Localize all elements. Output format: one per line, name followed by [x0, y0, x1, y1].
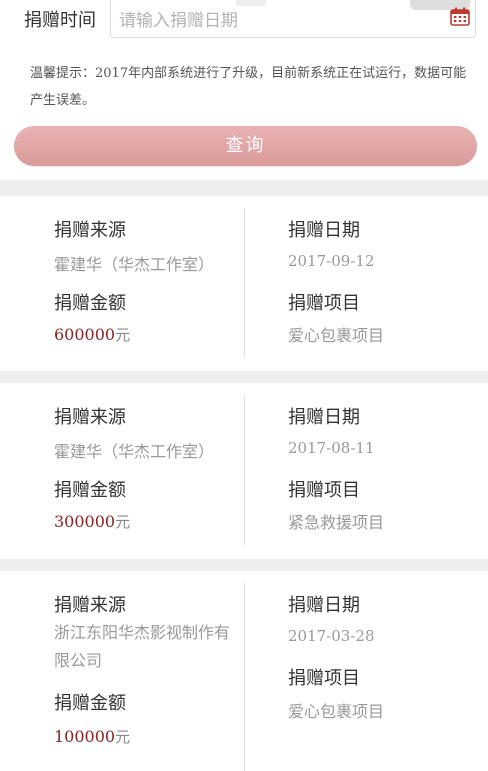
- project-label: 捐赠项目: [288, 293, 360, 314]
- date-value: 2017-03-28: [288, 627, 375, 645]
- donation-record-card: 捐赠来源 浙江东阳华杰影视制作有限公司 捐赠金额 100000元 捐赠日期 20…: [0, 571, 488, 771]
- amount-value: 100000元: [54, 727, 131, 746]
- date-value: 2017-08-11: [288, 439, 375, 457]
- project-value: 爱心包裹项目: [288, 702, 385, 721]
- donation-record-card: 捐赠来源 霍建华（华杰工作室） 捐赠金额 300000元 捐赠日期 2017-0…: [0, 383, 488, 559]
- amount-label: 捐赠金额: [54, 693, 126, 714]
- donation-date-row: 捐赠时间 请输入捐赠日期: [0, 0, 488, 42]
- date-label: 捐赠日期: [288, 407, 360, 428]
- source-value: 浙江东阳华杰影视制作有限公司: [54, 623, 231, 670]
- amount-value: 300000元: [54, 512, 131, 531]
- source-label: 捐赠来源: [54, 407, 126, 428]
- project-label: 捐赠项目: [288, 480, 360, 501]
- project-value: 爱心包裹项目: [288, 326, 385, 345]
- source-label: 捐赠来源: [54, 220, 126, 241]
- donation-date-input[interactable]: 请输入捐赠日期: [110, 0, 476, 38]
- source-value: 霍建华（华杰工作室）: [54, 255, 215, 274]
- card-divider: [244, 583, 245, 771]
- donation-record-list: 捐赠来源 霍建华（华杰工作室） 捐赠金额 600000元 捐赠日期 2017-0…: [0, 180, 488, 771]
- source-label: 捐赠来源: [54, 595, 126, 616]
- date-value: 2017-09-12: [288, 252, 375, 270]
- query-button[interactable]: 查询: [14, 126, 477, 166]
- date-label: 捐赠日期: [288, 595, 360, 616]
- search-filter-panel: 捐赠时间 请输入捐赠日期 温馨提示：2017年内部系统进行了升级，目前新系统正在…: [0, 0, 488, 180]
- date-label: 捐赠日期: [288, 220, 360, 241]
- amount-label: 捐赠金额: [54, 293, 126, 314]
- card-divider: [244, 395, 245, 545]
- source-value: 霍建华（华杰工作室）: [54, 442, 215, 461]
- donation-record-card: 捐赠来源 霍建华（华杰工作室） 捐赠金额 600000元 捐赠日期 2017-0…: [0, 196, 488, 371]
- card-divider: [244, 208, 245, 358]
- project-value: 紧急救援项目: [288, 513, 385, 532]
- upgrade-notice: 温馨提示：2017年内部系统进行了升级，目前新系统正在试运行，数据可能产生误差。: [30, 66, 467, 108]
- amount-label: 捐赠金额: [54, 480, 126, 501]
- calendar-icon[interactable]: [450, 7, 470, 26]
- donation-date-label: 捐赠时间: [24, 10, 96, 31]
- donation-date-placeholder: 请输入捐赠日期: [119, 11, 238, 31]
- amount-value: 600000元: [54, 325, 131, 344]
- project-label: 捐赠项目: [288, 668, 360, 689]
